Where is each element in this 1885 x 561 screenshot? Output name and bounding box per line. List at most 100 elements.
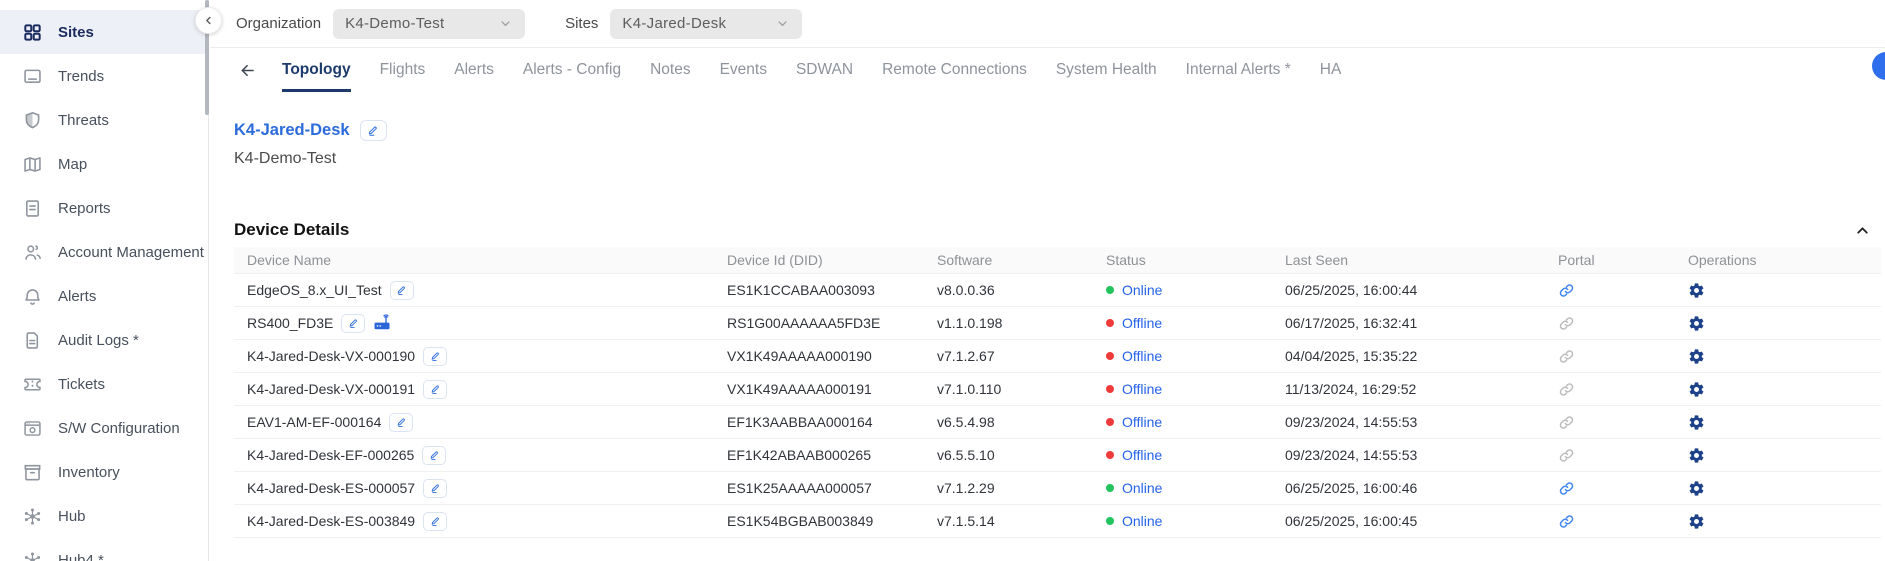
status-dot-online	[1106, 484, 1114, 492]
software-version: v7.1.0.110	[937, 381, 1001, 397]
ticket-icon	[22, 374, 43, 395]
tab-flights[interactable]: Flights	[380, 48, 426, 92]
tab-notes[interactable]: Notes	[650, 48, 691, 92]
sidebar-collapse-button[interactable]	[195, 7, 222, 34]
sidebar-item-label: Threats	[58, 112, 109, 129]
operations-gear-icon[interactable]	[1688, 315, 1705, 332]
site-name-link[interactable]: K4-Jared-Desk	[234, 121, 350, 140]
pencil-icon	[430, 351, 441, 362]
device-id: EF1K3AABBAA000164	[727, 414, 873, 430]
sidebar-item-map[interactable]: Map	[0, 142, 208, 186]
device-details-header: Device Details	[234, 220, 1879, 240]
operations-gear-icon[interactable]	[1688, 513, 1705, 530]
portal-link-icon[interactable]	[1558, 447, 1575, 464]
portal-link-icon[interactable]	[1558, 480, 1575, 497]
portal-link-icon[interactable]	[1558, 282, 1575, 299]
last-seen: 06/25/2025, 16:00:46	[1285, 480, 1417, 496]
tab-events[interactable]: Events	[720, 48, 767, 92]
portal-link-icon[interactable]	[1558, 348, 1575, 365]
operations-gear-icon[interactable]	[1688, 480, 1705, 497]
tab-alerts[interactable]: Alerts	[454, 48, 494, 92]
main-content: Topology Flights Alerts Alerts - Config Note…	[210, 48, 1885, 561]
sidebar-item-label: S/W Configuration	[58, 420, 180, 437]
bell-icon	[22, 286, 43, 307]
last-seen: 06/25/2025, 16:00:44	[1285, 282, 1417, 298]
tab-remote-connections[interactable]: Remote Connections	[882, 48, 1027, 92]
edit-device-name-button[interactable]	[423, 380, 447, 399]
tab-internal-alerts[interactable]: Internal Alerts *	[1186, 48, 1291, 92]
device-name: K4-Jared-Desk-ES-000057	[247, 480, 415, 496]
sidebar-item-account-management[interactable]: Account Management	[0, 230, 208, 274]
device-row-k4-jared-desk-ef-000265: K4-Jared-Desk-EF-000265EF1K42ABAAB000265…	[234, 439, 1881, 472]
operations-gear-icon[interactable]	[1688, 282, 1705, 299]
device-name: K4-Jared-Desk-VX-000191	[247, 381, 415, 397]
edit-site-name-button[interactable]	[360, 120, 387, 141]
sites-select[interactable]: K4-Jared-Desk	[610, 9, 802, 39]
column-header-portal: Portal	[1558, 252, 1688, 268]
shield-icon	[22, 110, 43, 131]
software-version: v7.1.5.14	[937, 513, 995, 529]
sidebar-item-alerts[interactable]: Alerts	[0, 274, 208, 318]
edit-device-name-button[interactable]	[389, 413, 413, 432]
tab-ha[interactable]: HA	[1320, 48, 1342, 92]
tab-sdwan[interactable]: SDWAN	[796, 48, 853, 92]
device-id: RS1G00AAAAAA5FD3E	[727, 315, 880, 331]
device-name: K4-Jared-Desk-EF-000265	[247, 447, 414, 463]
column-header-device-id-did: Device Id (DID)	[727, 252, 937, 268]
sidebar-item-tickets[interactable]: Tickets	[0, 362, 208, 406]
sidebar-item-audit-logs[interactable]: Audit Logs *	[0, 318, 208, 362]
sidebar-item-sites[interactable]: Sites	[0, 10, 208, 54]
sidebar-item-label: Inventory	[58, 464, 120, 481]
sidebar-item-hub4[interactable]: Hub4 *	[0, 538, 208, 561]
sidebar-item-trends[interactable]: Trends	[0, 54, 208, 98]
sidebar-item-hub[interactable]: Hub	[0, 494, 208, 538]
sites-label: Sites	[565, 15, 598, 32]
portal-link-icon[interactable]	[1558, 414, 1575, 431]
device-id: VX1K49AAAAA000191	[727, 381, 872, 397]
software-version: v7.1.2.67	[937, 348, 995, 364]
tab-alerts-config[interactable]: Alerts - Config	[523, 48, 621, 92]
device-row-k4-jared-desk-vx-000191: K4-Jared-Desk-VX-000191 VX1K49AAAAA000191…	[234, 373, 1881, 406]
collapse-section-chevron-up-icon[interactable]	[1854, 222, 1871, 239]
edit-device-name-button[interactable]	[422, 446, 446, 465]
portal-link-icon[interactable]	[1558, 381, 1575, 398]
edit-device-name-button[interactable]	[423, 512, 447, 531]
pencil-icon	[430, 516, 441, 527]
software-version: v6.5.5.10	[937, 447, 995, 463]
back-arrow-icon[interactable]	[238, 61, 257, 80]
sidebar: SitesTrends Threats Map Reports Account Mana…	[0, 0, 209, 561]
tab-bar: Topology Flights Alerts Alerts - Config Note…	[210, 48, 1885, 92]
software-version: v1.1.0.198	[937, 315, 1002, 331]
sidebar-item-reports[interactable]: Reports	[0, 186, 208, 230]
organization-select[interactable]: K4-Demo-Test	[333, 9, 525, 39]
sidebar-item-threats[interactable]: Threats	[0, 98, 208, 142]
status-dot-offline	[1106, 319, 1114, 327]
operations-gear-icon[interactable]	[1688, 348, 1705, 365]
edit-device-name-button[interactable]	[423, 347, 447, 366]
top-bar: Organization K4-Demo-Test Sites K4-Jared…	[210, 0, 1885, 48]
device-row-eav1-am-ef-000164: EAV1-AM-EF-000164EF1K3AABBAA000164v6.5.4…	[234, 406, 1881, 439]
device-row-rs400-fd3e: RS400_FD3ERS1G00AAAAAA5FD3Ev1.1.0.198Off…	[234, 307, 1881, 340]
operations-gear-icon[interactable]	[1688, 414, 1705, 431]
edit-device-name-button[interactable]	[423, 479, 447, 498]
document-icon	[22, 330, 43, 351]
operations-gear-icon[interactable]	[1688, 381, 1705, 398]
section-title: Device Details	[234, 220, 349, 240]
edit-device-name-button[interactable]	[390, 281, 414, 300]
portal-link-icon[interactable]	[1558, 315, 1575, 332]
sidebar-item-inventory[interactable]: Inventory	[0, 450, 208, 494]
tab-topology[interactable]: Topology	[282, 48, 351, 92]
device-id: ES1K25AAAAA000057	[727, 480, 872, 496]
portal-link-icon[interactable]	[1558, 513, 1575, 530]
sites-select-value: K4-Jared-Desk	[622, 15, 726, 32]
sidebar-item-label: Reports	[58, 200, 111, 217]
pencil-icon	[396, 417, 407, 428]
report-icon	[22, 198, 43, 219]
tab-system-health[interactable]: System Health	[1056, 48, 1157, 92]
edit-device-name-button[interactable]	[341, 314, 365, 333]
chevron-left-icon	[202, 14, 215, 27]
software-version: v7.1.2.29	[937, 480, 995, 496]
operations-gear-icon[interactable]	[1688, 447, 1705, 464]
sidebar-item-s-w-configuration[interactable]: S/W Configuration	[0, 406, 208, 450]
table-header-row: Device NameDevice Id (DID)SoftwareStatus…	[234, 247, 1881, 274]
